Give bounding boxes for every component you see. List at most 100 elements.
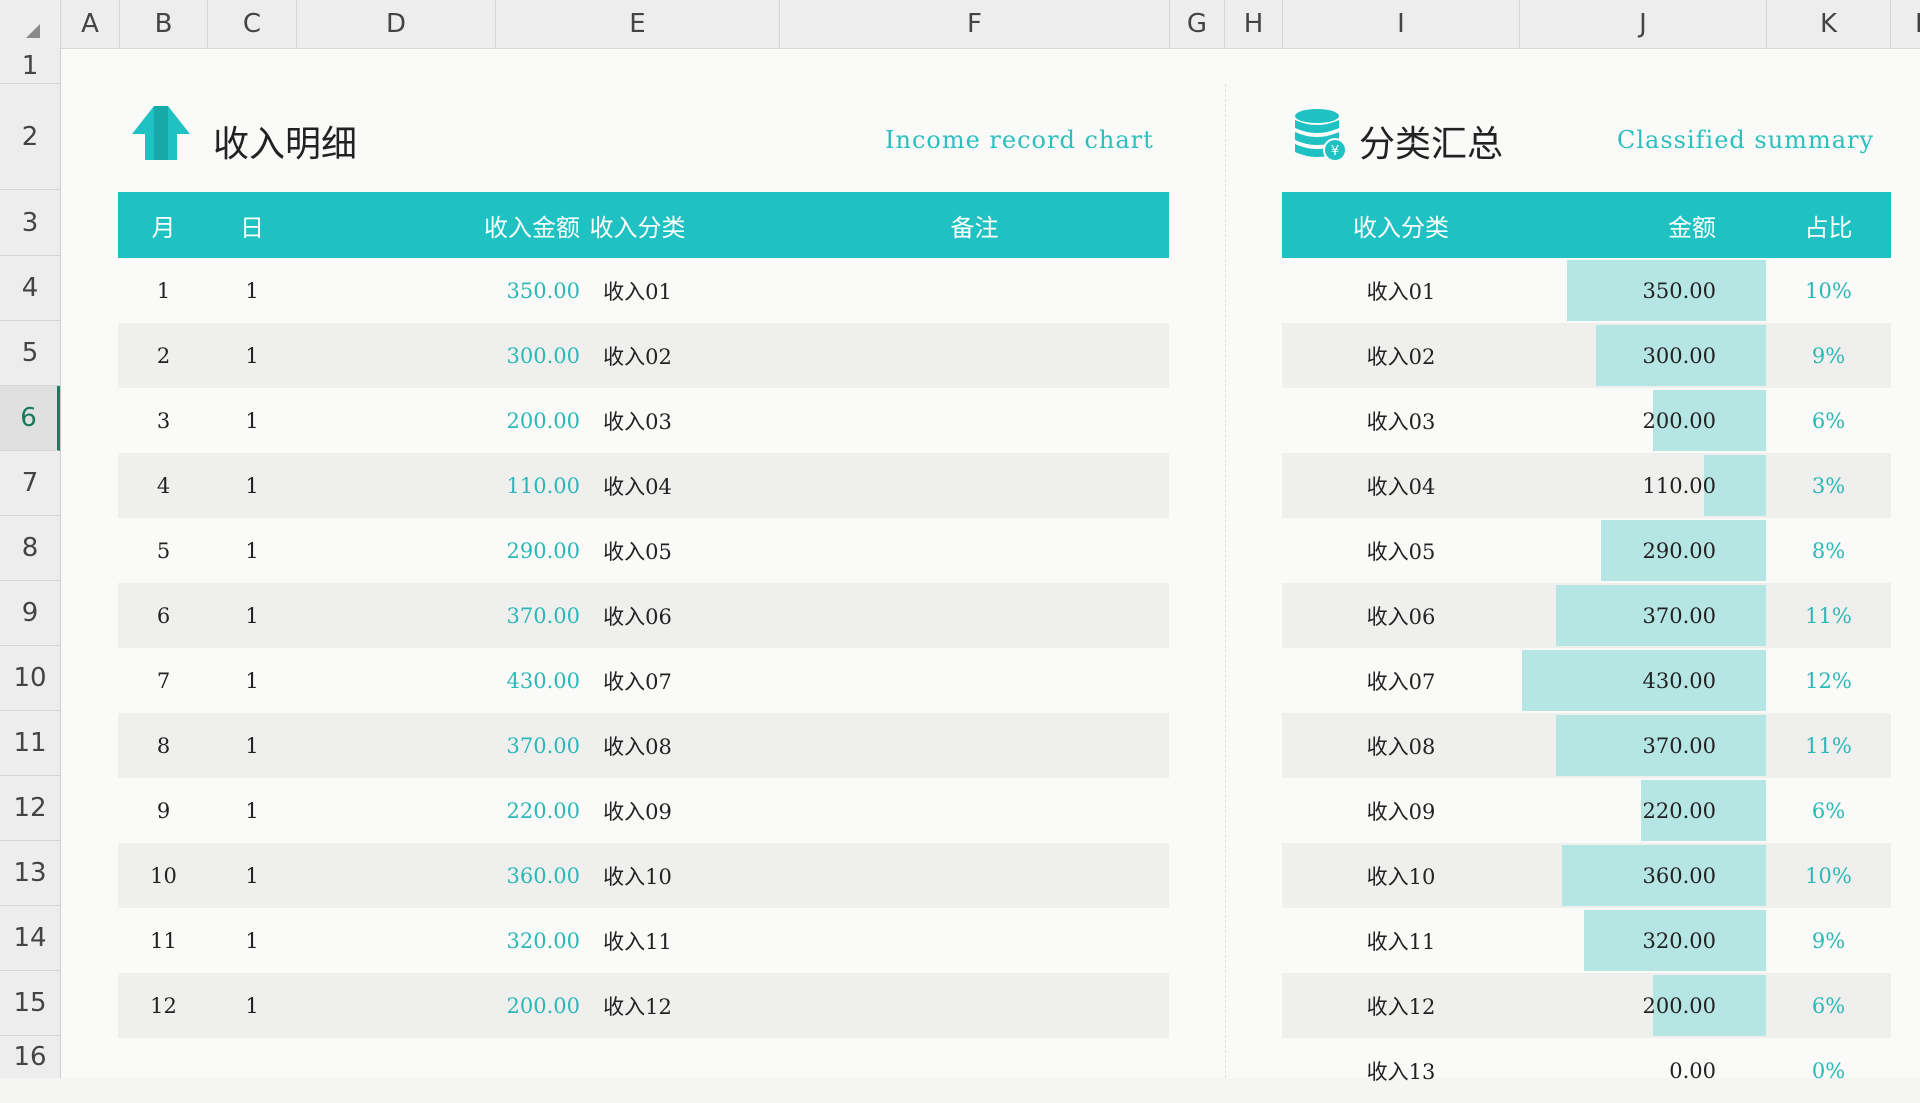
summary-row[interactable]: 收入13 0.00 0% <box>1282 1038 1891 1103</box>
summary-amount-cell[interactable]: 290.00 <box>1520 520 1766 581</box>
row-header-1[interactable]: 1 <box>0 48 60 84</box>
note-cell[interactable] <box>780 518 1169 583</box>
summary-row[interactable]: 收入04 110.00 3% <box>1282 453 1891 518</box>
column-header-h[interactable]: H <box>1225 0 1283 48</box>
summary-amount-cell[interactable]: 430.00 <box>1520 650 1766 711</box>
row-header-8[interactable]: 8 <box>0 516 60 581</box>
column-header-k[interactable]: K <box>1767 0 1891 48</box>
category-cell[interactable]: 收入03 <box>496 388 779 453</box>
month-cell[interactable]: 7 <box>120 648 207 713</box>
summary-percent-cell[interactable]: 0% <box>1767 1038 1890 1103</box>
note-cell[interactable] <box>780 843 1169 908</box>
note-cell[interactable] <box>780 583 1169 648</box>
month-cell[interactable]: 9 <box>120 778 207 843</box>
day-cell[interactable]: 1 <box>208 323 296 388</box>
summary-row[interactable]: 收入07 430.00 12% <box>1282 648 1891 713</box>
summary-percent-cell[interactable]: 9% <box>1767 908 1890 973</box>
column-header-d[interactable]: D <box>297 0 496 48</box>
summary-category-cell[interactable]: 收入04 <box>1283 453 1519 518</box>
row-header-14[interactable]: 14 <box>0 906 60 971</box>
category-cell[interactable]: 收入04 <box>496 453 779 518</box>
category-cell[interactable]: 收入07 <box>496 648 779 713</box>
note-cell[interactable] <box>780 258 1169 323</box>
month-cell[interactable]: 6 <box>120 583 207 648</box>
summary-row[interactable]: 收入09 220.00 6% <box>1282 778 1891 843</box>
summary-row[interactable]: 收入03 200.00 6% <box>1282 388 1891 453</box>
day-cell[interactable]: 1 <box>208 973 296 1038</box>
category-cell[interactable]: 收入10 <box>496 843 779 908</box>
summary-amount-cell[interactable]: 370.00 <box>1520 715 1766 776</box>
row-header-10[interactable]: 10 <box>0 646 60 711</box>
month-cell[interactable]: 3 <box>120 388 207 453</box>
note-cell[interactable] <box>780 323 1169 388</box>
category-cell[interactable]: 收入02 <box>496 323 779 388</box>
month-cell[interactable]: 8 <box>120 713 207 778</box>
row-header-6[interactable]: 6 <box>0 386 60 451</box>
row-header-7[interactable]: 7 <box>0 451 60 516</box>
summary-category-cell[interactable]: 收入07 <box>1283 648 1519 713</box>
month-cell[interactable]: 10 <box>120 843 207 908</box>
month-cell[interactable]: 4 <box>120 453 207 518</box>
summary-amount-cell[interactable]: 300.00 <box>1520 325 1766 386</box>
summary-amount-cell[interactable]: 200.00 <box>1520 390 1766 451</box>
column-header-f[interactable]: F <box>780 0 1170 48</box>
row-header-12[interactable]: 12 <box>0 776 60 841</box>
category-cell[interactable]: 收入09 <box>496 778 779 843</box>
income-row[interactable]: 8 1 370.00 收入08 <box>118 713 1169 778</box>
row-header-3[interactable]: 3 <box>0 190 60 256</box>
row-header-9[interactable]: 9 <box>0 581 60 646</box>
summary-category-cell[interactable]: 收入02 <box>1283 323 1519 388</box>
income-row[interactable]: 10 1 360.00 收入10 <box>118 843 1169 908</box>
summary-amount-cell[interactable]: 200.00 <box>1520 975 1766 1036</box>
note-cell[interactable] <box>780 973 1169 1038</box>
column-header-l[interactable]: L <box>1891 0 1920 48</box>
income-row[interactable]: 7 1 430.00 收入07 <box>118 648 1169 713</box>
row-header-13[interactable]: 13 <box>0 841 60 906</box>
category-cell[interactable]: 收入05 <box>496 518 779 583</box>
summary-row[interactable]: 收入08 370.00 11% <box>1282 713 1891 778</box>
summary-percent-cell[interactable]: 12% <box>1767 648 1890 713</box>
summary-category-cell[interactable]: 收入13 <box>1283 1038 1519 1103</box>
month-cell[interactable]: 12 <box>120 973 207 1038</box>
income-row[interactable]: 1 1 350.00 收入01 <box>118 258 1169 323</box>
summary-row[interactable]: 收入12 200.00 6% <box>1282 973 1891 1038</box>
column-header-a[interactable]: A <box>61 0 120 48</box>
column-header-g[interactable]: G <box>1170 0 1225 48</box>
summary-row[interactable]: 收入10 360.00 10% <box>1282 843 1891 908</box>
summary-amount-cell[interactable]: 0.00 <box>1520 1040 1766 1101</box>
summary-percent-cell[interactable]: 3% <box>1767 453 1890 518</box>
row-header-2[interactable]: 2 <box>0 84 60 190</box>
summary-category-cell[interactable]: 收入01 <box>1283 258 1519 323</box>
category-cell[interactable]: 收入08 <box>496 713 779 778</box>
column-header-i[interactable]: I <box>1283 0 1520 48</box>
day-cell[interactable]: 1 <box>208 648 296 713</box>
summary-row[interactable]: 收入02 300.00 9% <box>1282 323 1891 388</box>
summary-category-cell[interactable]: 收入09 <box>1283 778 1519 843</box>
note-cell[interactable] <box>780 778 1169 843</box>
month-cell[interactable]: 11 <box>120 908 207 973</box>
row-header-15[interactable]: 15 <box>0 971 60 1036</box>
summary-percent-cell[interactable]: 8% <box>1767 518 1890 583</box>
row-header-4[interactable]: 4 <box>0 256 60 321</box>
summary-row[interactable]: 收入11 320.00 9% <box>1282 908 1891 973</box>
summary-category-cell[interactable]: 收入05 <box>1283 518 1519 583</box>
select-all-corner[interactable] <box>0 0 61 48</box>
day-cell[interactable]: 1 <box>208 713 296 778</box>
income-row[interactable]: 3 1 200.00 收入03 <box>118 388 1169 453</box>
summary-percent-cell[interactable]: 10% <box>1767 258 1890 323</box>
day-cell[interactable]: 1 <box>208 258 296 323</box>
summary-amount-cell[interactable]: 110.00 <box>1520 455 1766 516</box>
summary-category-cell[interactable]: 收入08 <box>1283 713 1519 778</box>
summary-category-cell[interactable]: 收入12 <box>1283 973 1519 1038</box>
summary-row[interactable]: 收入01 350.00 10% <box>1282 258 1891 323</box>
income-row[interactable]: 11 1 320.00 收入11 <box>118 908 1169 973</box>
day-cell[interactable]: 1 <box>208 908 296 973</box>
income-row[interactable]: 2 1 300.00 收入02 <box>118 323 1169 388</box>
summary-row[interactable]: 收入05 290.00 8% <box>1282 518 1891 583</box>
income-row[interactable]: 4 1 110.00 收入04 <box>118 453 1169 518</box>
row-header-5[interactable]: 5 <box>0 321 60 386</box>
column-header-c[interactable]: C <box>208 0 297 48</box>
summary-amount-cell[interactable]: 370.00 <box>1520 585 1766 646</box>
summary-percent-cell[interactable]: 6% <box>1767 388 1890 453</box>
summary-category-cell[interactable]: 收入03 <box>1283 388 1519 453</box>
